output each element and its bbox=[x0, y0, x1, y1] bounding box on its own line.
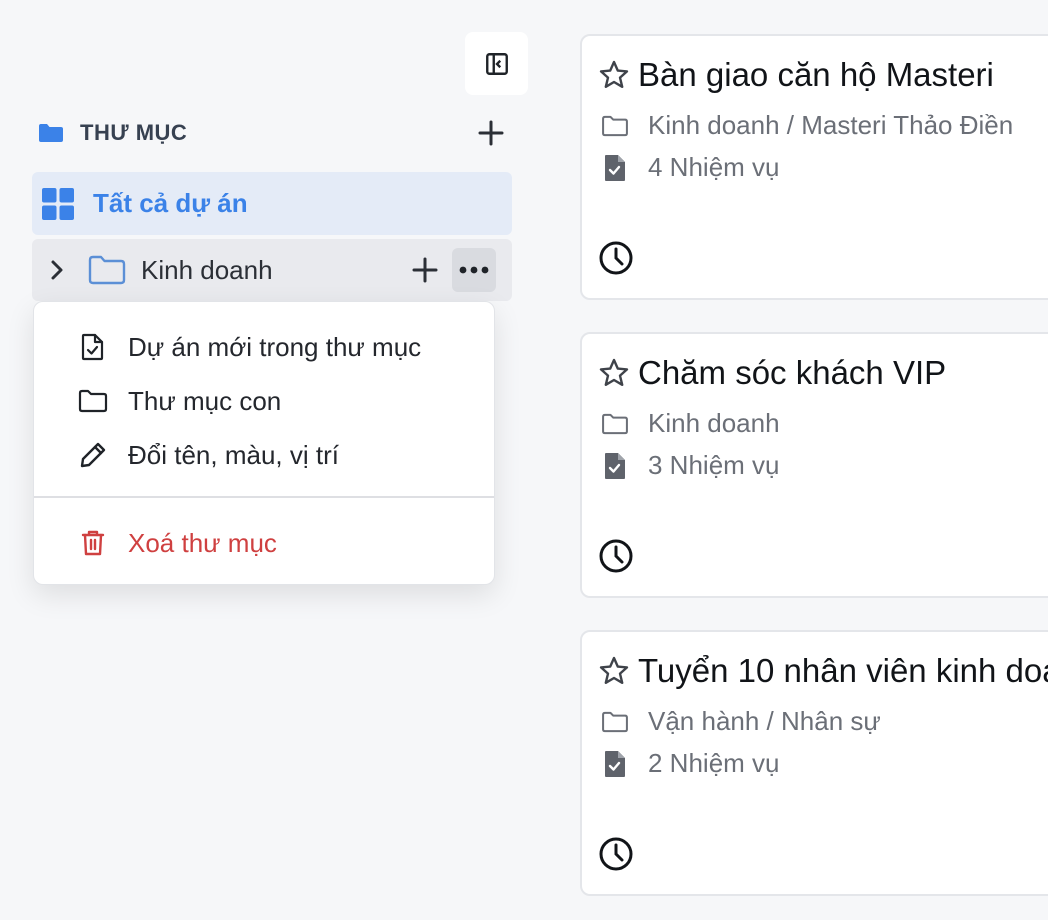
folder-icon bbox=[39, 124, 63, 142]
add-folder-button[interactable] bbox=[474, 116, 508, 150]
pencil-icon bbox=[80, 442, 106, 468]
project-card[interactable]: Tuyển 10 nhân viên kinh doanh Vận hành /… bbox=[580, 630, 1048, 896]
task-file-icon bbox=[605, 154, 625, 181]
app-root: THƯ MỤC Tất cả dự án Kinh doanh Dự án mớ… bbox=[0, 0, 1048, 920]
collapse-sidebar-button[interactable] bbox=[465, 32, 528, 95]
star-icon[interactable] bbox=[598, 357, 630, 389]
folder-outline-icon bbox=[88, 255, 126, 285]
task-file-icon bbox=[605, 452, 625, 479]
chevron-right-icon[interactable] bbox=[46, 259, 68, 281]
menu-item-label: Đổi tên, màu, vị trí bbox=[128, 439, 339, 470]
menu-item-label: Dự án mới trong thư mục bbox=[128, 331, 422, 362]
project-title: Chăm sóc khách VIP bbox=[638, 354, 947, 391]
folder-context-menu: Dự án mới trong thư mục Thư mục con Đổi … bbox=[33, 301, 495, 585]
project-title: Bàn giao căn hộ Masteri bbox=[638, 56, 994, 93]
more-horizontal-icon bbox=[459, 266, 489, 274]
folder-icon bbox=[78, 389, 108, 413]
nav-all-projects[interactable]: Tất cả dự án bbox=[32, 172, 512, 235]
menu-divider bbox=[34, 496, 494, 498]
project-path: Vận hành / Nhân sự bbox=[648, 706, 881, 736]
folder-label: Kinh doanh bbox=[141, 254, 273, 285]
menu-item-label: Xoá thư mục bbox=[128, 527, 277, 558]
project-path: Kinh doanh / Masteri Thảo Điền bbox=[648, 110, 1014, 140]
project-card[interactable]: Bàn giao căn hộ Masteri Kinh doanh / Mas… bbox=[580, 34, 1048, 300]
sidebar: THƯ MỤC Tất cả dự án Kinh doanh Dự án mớ… bbox=[0, 0, 566, 920]
star-icon[interactable] bbox=[598, 655, 630, 687]
folder-item-kinh-doanh[interactable]: Kinh doanh bbox=[32, 239, 512, 301]
menu-item-new-project[interactable]: Dự án mới trong thư mục bbox=[34, 323, 494, 371]
grid-icon bbox=[42, 187, 74, 220]
folder-icon bbox=[602, 711, 628, 732]
file-check-icon bbox=[81, 333, 104, 361]
menu-item-subfolder[interactable]: Thư mục con bbox=[34, 377, 494, 425]
star-icon[interactable] bbox=[598, 59, 630, 91]
menu-item-label: Thư mục con bbox=[128, 385, 282, 416]
task-count: 3 Nhiệm vụ bbox=[648, 450, 780, 480]
folder-icon bbox=[602, 413, 628, 434]
clock-icon bbox=[599, 241, 633, 275]
task-file-icon bbox=[605, 750, 625, 777]
plus-icon bbox=[478, 120, 504, 146]
project-title: Tuyển 10 nhân viên kinh doanh bbox=[638, 652, 1048, 689]
sidebar-collapse-icon bbox=[485, 52, 508, 75]
menu-item-rename[interactable]: Đổi tên, màu, vị trí bbox=[34, 431, 494, 479]
task-count: 2 Nhiệm vụ bbox=[648, 748, 780, 778]
task-count: 4 Nhiệm vụ bbox=[648, 152, 780, 182]
folder-icon bbox=[602, 115, 628, 136]
folder-more-button[interactable] bbox=[452, 248, 496, 292]
add-project-in-folder-button[interactable] bbox=[408, 253, 442, 287]
section-title: THƯ MỤC bbox=[80, 120, 188, 145]
folders-section-header: THƯ MỤC bbox=[38, 112, 512, 154]
menu-item-delete-folder[interactable]: Xoá thư mục bbox=[34, 519, 494, 567]
clock-icon bbox=[599, 837, 633, 871]
project-card[interactable]: Chăm sóc khách VIP Kinh doanh 3 Nhiệm vụ bbox=[580, 332, 1048, 598]
plus-icon bbox=[412, 257, 438, 283]
trash-icon bbox=[81, 530, 105, 556]
clock-icon bbox=[599, 539, 633, 573]
project-path: Kinh doanh bbox=[648, 408, 780, 438]
nav-all-projects-label: Tất cả dự án bbox=[93, 188, 248, 218]
